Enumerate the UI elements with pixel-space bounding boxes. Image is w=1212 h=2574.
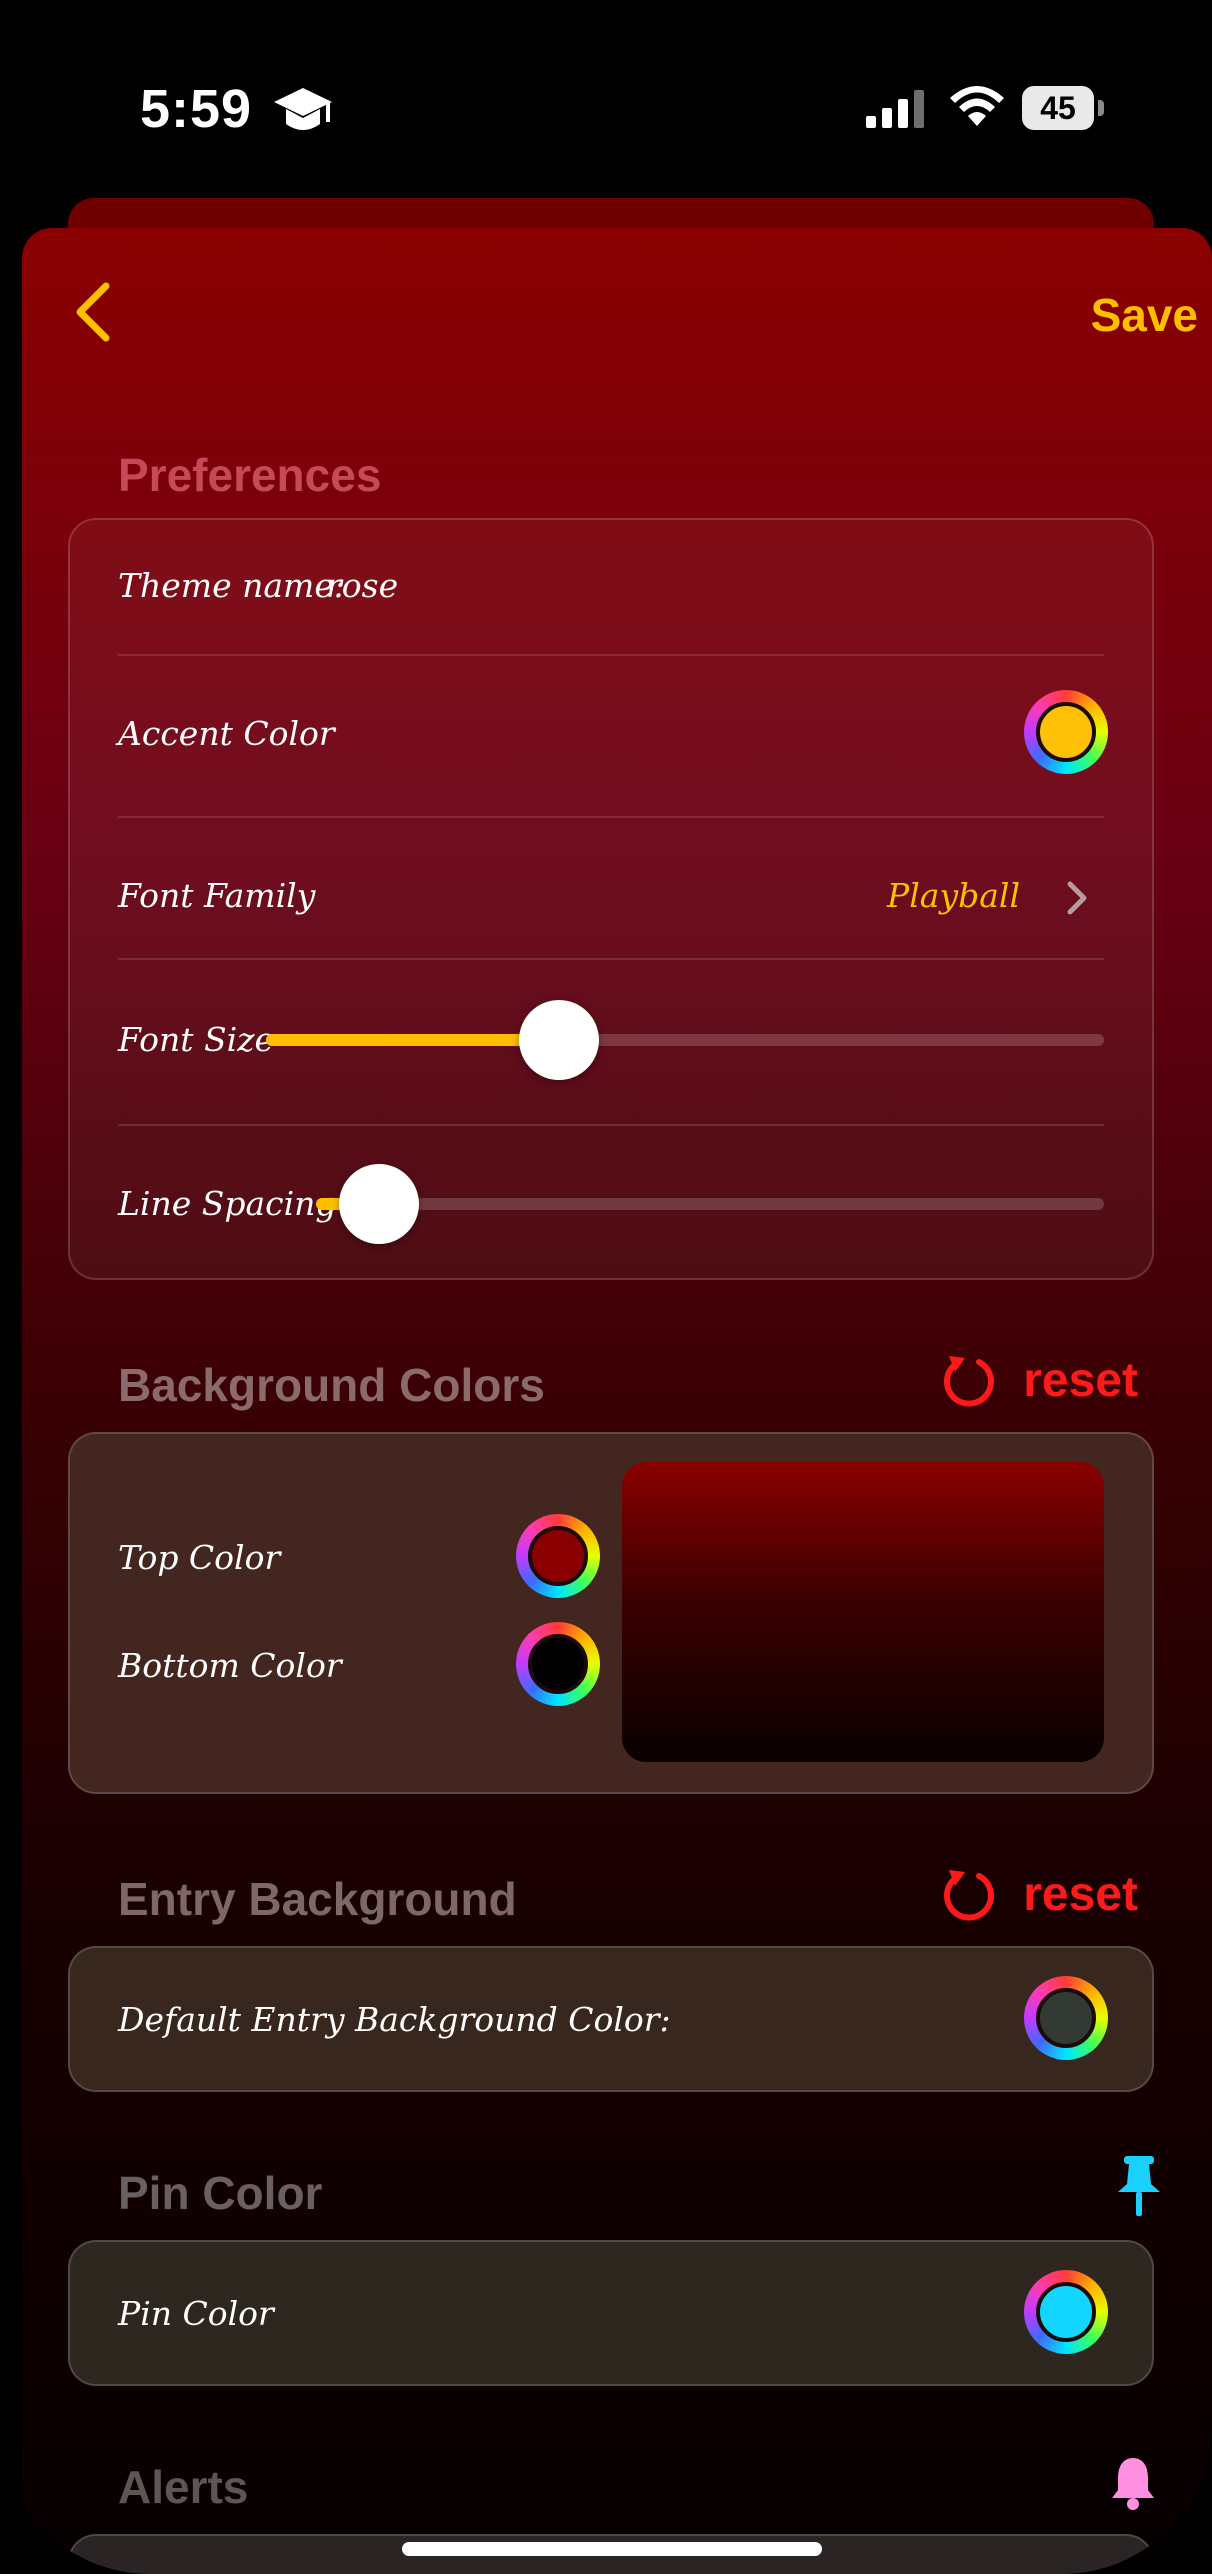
reset-icon [944,1870,995,1921]
font-size-slider-thumb[interactable] [519,1000,600,1080]
font-size-slider[interactable] [266,1000,1104,1080]
font-family-value[interactable]: Playball [887,876,1020,915]
line-spacing-label: Line Spacing [118,1184,337,1223]
default-entry-background-label: Default Entry Background Color: [118,2000,671,2039]
pin-color-picker[interactable] [1024,2270,1108,2354]
device-screen: 5:59 45 Save Preferences Theme name: ros… [0,0,1212,2574]
divider [118,654,1104,656]
font-family-label: Font Family [118,876,316,915]
pin-color-swatch [1036,2282,1096,2342]
font-size-slider-fill [266,1034,560,1046]
pin-color-card: Pin Color [68,2240,1154,2386]
cellular-signal-icon [866,90,924,128]
entry-background-card: Default Entry Background Color: [68,1946,1154,2092]
pin-color-label: Pin Color [118,2294,274,2333]
reset-icon [944,1356,995,1407]
accent-color-swatch [1036,702,1096,762]
alerts-section-title: Alerts [118,2461,249,2513]
bottom-color-label: Bottom Color [118,1646,342,1685]
entry-background-color-picker[interactable] [1024,1976,1108,2060]
pin-color-section-title: Pin Color [118,2167,323,2219]
top-color-swatch [528,1526,588,1586]
background-reset-button[interactable]: reset [941,1352,1138,1408]
entry-background-section-title: Entry Background [118,1873,517,1925]
save-button[interactable]: Save [1091,288,1198,342]
font-size-label: Font Size [118,1020,275,1059]
theme-editor-sheet: Save Preferences Theme name: rose Accent… [22,228,1212,2574]
divider [118,816,1104,818]
chevron-right-icon[interactable] [1064,878,1090,918]
background-colors-section-title: Background Colors [118,1359,545,1411]
bottom-color-picker[interactable] [516,1622,600,1706]
entry-reset-label: reset [1023,1867,1138,1921]
background-reset-label: reset [1023,1353,1138,1407]
wifi-icon [950,86,1004,126]
divider [118,958,1104,960]
line-spacing-slider-thumb[interactable] [339,1164,420,1244]
bottom-color-swatch [528,1634,588,1694]
theme-name-field[interactable]: rose [326,566,398,605]
battery-icon: 45 [1022,86,1104,130]
entry-reset-button[interactable]: reset [941,1866,1138,1922]
preferences-card: Theme name: rose Accent Color Font Famil… [68,518,1154,1280]
theme-name-label: Theme name: [118,566,345,605]
entry-background-swatch [1036,1988,1096,2048]
preferences-section-title: Preferences [118,449,382,501]
home-indicator[interactable] [402,2542,822,2556]
top-color-label: Top Color [118,1538,281,1577]
background-colors-card: Top Color Bottom Color [68,1432,1154,1794]
divider [118,1124,1104,1126]
graduation-cap-icon [274,88,332,130]
line-spacing-slider[interactable] [316,1164,1104,1244]
bell-icon [1112,2458,1154,2510]
back-chevron-icon[interactable] [70,280,118,344]
status-time: 5:59 [140,79,253,139]
battery-level: 45 [1022,86,1094,130]
pin-icon [1118,2156,1160,2216]
accent-color-picker[interactable] [1024,690,1108,774]
accent-color-label: Accent Color [118,714,335,753]
gradient-preview [622,1462,1104,1762]
top-color-picker[interactable] [516,1514,600,1598]
